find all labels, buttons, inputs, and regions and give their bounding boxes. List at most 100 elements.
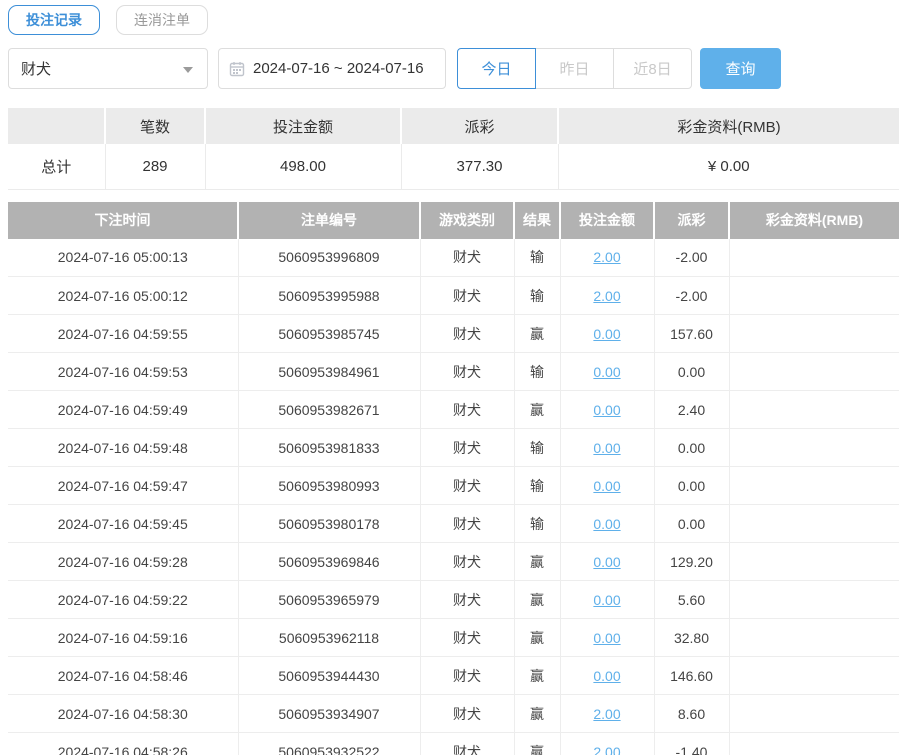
yesterday-button[interactable]: 昨日 (535, 48, 614, 89)
payout: 5.60 (654, 580, 730, 619)
bet-amount-link[interactable]: 0.00 (593, 554, 620, 570)
calendar-icon (229, 61, 245, 77)
table-row: 2024-07-16 04:59:48 5060953981833 财犬 输 0… (8, 428, 899, 467)
game-select[interactable]: 财犬 (8, 48, 208, 89)
records-body: 2024-07-16 05:00:13 5060953996809 财犬 输 2… (8, 238, 899, 755)
bet-time: 2024-07-16 04:59:22 (8, 580, 239, 619)
bet-amount-link[interactable]: 0.00 (593, 402, 620, 418)
summary-header-payout: 派彩 (401, 108, 559, 144)
table-row: 2024-07-16 04:59:53 5060953984961 财犬 输 0… (8, 352, 899, 391)
order-id: 5060953965979 (238, 580, 421, 619)
table-row: 2024-07-16 04:58:46 5060953944430 财犬 赢 0… (8, 656, 899, 695)
bet-time: 2024-07-16 05:00:13 (8, 238, 239, 277)
result: 输 (514, 352, 561, 391)
bet-amount-link[interactable]: 0.00 (593, 516, 620, 532)
bet-amount-link[interactable]: 0.00 (593, 364, 620, 380)
last-8-days-button[interactable]: 近8日 (613, 48, 692, 89)
bet-amount-link[interactable]: 0.00 (593, 326, 620, 342)
quick-date-buttons: 今日 昨日 近8日 (457, 48, 692, 89)
bonus (729, 542, 899, 581)
bet-time: 2024-07-16 04:59:28 (8, 542, 239, 581)
bet-time: 2024-07-16 04:59:55 (8, 314, 239, 353)
betting-records-page: 投注记录 连消注单 财犬 2024-07-16 ~ 2024-07-16 今日 … (0, 0, 907, 755)
summary-table: 笔数 投注金额 派彩 彩金资料(RMB) 总计 289 498.00 377.3… (8, 108, 899, 190)
payout: 146.60 (654, 656, 730, 695)
bet-amount-link[interactable]: 2.00 (593, 288, 620, 304)
header-game-type: 游戏类别 (420, 201, 515, 239)
bet-amount-link[interactable]: 0.00 (593, 630, 620, 646)
game-type: 财犬 (420, 314, 515, 353)
bet-amount-link[interactable]: 2.00 (593, 706, 620, 722)
records-header-row: 下注时间 注单编号 游戏类别 结果 投注金额 派彩 彩金资料(RMB) (8, 201, 899, 239)
result: 赢 (514, 390, 561, 429)
bonus (729, 428, 899, 467)
result: 赢 (514, 542, 561, 581)
table-row: 2024-07-16 04:59:49 5060953982671 财犬 赢 0… (8, 390, 899, 429)
records-table: 下注时间 注单编号 游戏类别 结果 投注金额 派彩 彩金资料(RMB) 2024… (8, 201, 899, 755)
bet-time: 2024-07-16 04:59:49 (8, 390, 239, 429)
bet-amount-link[interactable]: 0.00 (593, 668, 620, 684)
total-payout: 377.30 (401, 144, 559, 190)
game-type: 财犬 (420, 618, 515, 657)
payout: 8.60 (654, 694, 730, 733)
order-id: 5060953944430 (238, 656, 421, 695)
game-type: 财犬 (420, 732, 515, 755)
order-id: 5060953985745 (238, 314, 421, 353)
order-id: 5060953995988 (238, 276, 421, 315)
total-count: 289 (105, 144, 206, 190)
game-type: 财犬 (420, 542, 515, 581)
date-range-value: 2024-07-16 ~ 2024-07-16 (253, 60, 424, 77)
table-row: 2024-07-16 04:59:47 5060953980993 财犬 输 0… (8, 466, 899, 505)
result: 输 (514, 238, 561, 277)
chevron-down-icon (183, 67, 193, 73)
game-type: 财犬 (420, 238, 515, 277)
bet-time: 2024-07-16 04:58:26 (8, 732, 239, 755)
table-row: 2024-07-16 04:58:30 5060953934907 财犬 赢 2… (8, 694, 899, 733)
header-bonus: 彩金资料(RMB) (729, 201, 899, 239)
summary-header-empty (8, 108, 106, 144)
result: 输 (514, 276, 561, 315)
query-button[interactable]: 查询 (700, 48, 781, 89)
result: 赢 (514, 732, 561, 755)
date-range-picker[interactable]: 2024-07-16 ~ 2024-07-16 (218, 48, 446, 89)
payout: 0.00 (654, 352, 730, 391)
bonus (729, 238, 899, 277)
game-type: 财犬 (420, 580, 515, 619)
summary-header-bet-amount: 投注金额 (205, 108, 402, 144)
result: 赢 (514, 580, 561, 619)
bet-amount-link[interactable]: 0.00 (593, 592, 620, 608)
result: 输 (514, 466, 561, 505)
bonus (729, 466, 899, 505)
result: 赢 (514, 618, 561, 657)
table-row: 2024-07-16 04:59:22 5060953965979 财犬 赢 0… (8, 580, 899, 619)
result: 输 (514, 504, 561, 543)
payout: 157.60 (654, 314, 730, 353)
bet-amount-link[interactable]: 2.00 (593, 249, 620, 265)
header-bet-amount: 投注金额 (560, 201, 655, 239)
total-bet-amount: 498.00 (205, 144, 402, 190)
bet-amount-link[interactable]: 2.00 (593, 744, 620, 755)
today-button[interactable]: 今日 (457, 48, 536, 89)
payout: -1.40 (654, 732, 730, 755)
payout: 2.40 (654, 390, 730, 429)
game-type: 财犬 (420, 390, 515, 429)
bonus (729, 732, 899, 755)
order-id: 5060953962118 (238, 618, 421, 657)
game-type: 财犬 (420, 694, 515, 733)
bet-amount-link[interactable]: 0.00 (593, 478, 620, 494)
payout: 0.00 (654, 504, 730, 543)
tab-betting-records[interactable]: 投注记录 (8, 5, 100, 35)
bet-time: 2024-07-16 04:59:53 (8, 352, 239, 391)
bonus (729, 656, 899, 695)
order-id: 5060953980993 (238, 466, 421, 505)
summary-header-bonus: 彩金资料(RMB) (558, 108, 899, 144)
table-row: 2024-07-16 05:00:13 5060953996809 财犬 输 2… (8, 238, 899, 277)
bet-amount-link[interactable]: 0.00 (593, 440, 620, 456)
summary-header-count: 笔数 (105, 108, 206, 144)
bet-time: 2024-07-16 04:58:46 (8, 656, 239, 695)
bonus (729, 694, 899, 733)
table-row: 2024-07-16 04:58:26 5060953932522 财犬 赢 2… (8, 732, 899, 755)
result: 赢 (514, 656, 561, 695)
tab-cancelled-orders[interactable]: 连消注单 (116, 5, 208, 35)
table-row: 2024-07-16 04:59:16 5060953962118 财犬 赢 0… (8, 618, 899, 657)
